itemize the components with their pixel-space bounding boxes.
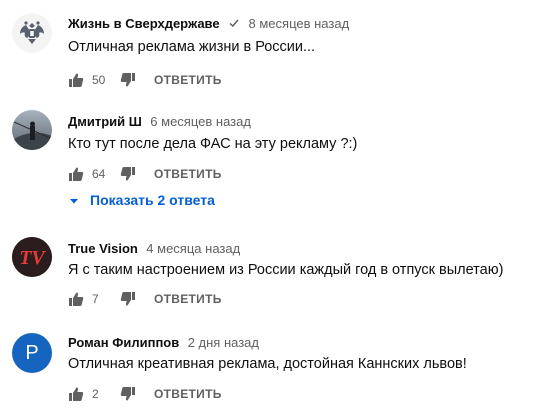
- comment-actions: 7 ОТВЕТИТЬ: [68, 287, 222, 311]
- reply-button[interactable]: ОТВЕТИТЬ: [154, 73, 222, 87]
- comment-timestamp[interactable]: 6 месяцев назад: [150, 114, 251, 129]
- author-name[interactable]: Дмитрий Ш: [68, 114, 142, 129]
- show-replies-button[interactable]: Показать 2 ответа: [68, 192, 215, 208]
- show-replies-label: Показать 2 ответа: [90, 192, 215, 208]
- comment-actions: 2 ОТВЕТИТЬ: [68, 382, 222, 406]
- author-name[interactable]: Жизнь в Сверхдержаве: [68, 16, 220, 31]
- eagle-emblem-icon: [12, 13, 52, 53]
- comment-text: Я с таким настроением из России каждый г…: [68, 262, 504, 278]
- like-count: 50: [92, 73, 106, 87]
- comment-text: Отличная реклама жизни в России...: [68, 39, 316, 55]
- thumbs-down-icon[interactable]: [120, 72, 136, 88]
- photo-avatar-icon: [12, 110, 52, 150]
- svg-text:TV: TV: [19, 247, 46, 269]
- comment-text: Отличная креативная реклама, достойная К…: [68, 356, 467, 372]
- comment-actions: 50 ОТВЕТИТЬ: [68, 68, 222, 92]
- thumbs-down-icon[interactable]: [120, 166, 136, 182]
- reply-button[interactable]: ОТВЕТИТЬ: [154, 167, 222, 181]
- chevron-down-icon: [68, 194, 80, 206]
- avatar[interactable]: TV: [12, 237, 52, 277]
- comment-actions: 64 ОТВЕТИТЬ: [68, 162, 222, 186]
- avatar[interactable]: Р: [12, 333, 52, 373]
- comment-timestamp[interactable]: 2 дня назад: [188, 335, 259, 350]
- reply-button[interactable]: ОТВЕТИТЬ: [154, 292, 222, 306]
- thumbs-up-icon[interactable]: [68, 386, 84, 402]
- like-count: 7: [92, 292, 99, 306]
- like-count: 2: [92, 387, 99, 401]
- author-name[interactable]: Роман Филиппов: [68, 335, 179, 350]
- author-name[interactable]: True Vision: [68, 241, 138, 256]
- avatar[interactable]: [12, 110, 52, 150]
- avatar[interactable]: [12, 13, 52, 53]
- thumbs-down-icon[interactable]: [120, 291, 136, 307]
- thumbs-down-icon[interactable]: [120, 386, 136, 402]
- thumbs-up-icon[interactable]: [68, 291, 84, 307]
- reply-button[interactable]: ОТВЕТИТЬ: [154, 387, 222, 401]
- thumbs-up-icon[interactable]: [68, 72, 84, 88]
- like-count: 64: [92, 167, 106, 181]
- tv-logo-icon: TV: [12, 237, 52, 277]
- comment-text: Кто тут после дела ФАС на эту рекламу ?:…: [68, 136, 358, 152]
- verified-check-icon: [228, 16, 240, 34]
- thumbs-up-icon[interactable]: [68, 166, 84, 182]
- avatar-letter: Р: [25, 341, 39, 364]
- comment-timestamp[interactable]: 8 месяцев назад: [249, 16, 350, 31]
- comment-timestamp[interactable]: 4 месяца назад: [146, 241, 240, 256]
